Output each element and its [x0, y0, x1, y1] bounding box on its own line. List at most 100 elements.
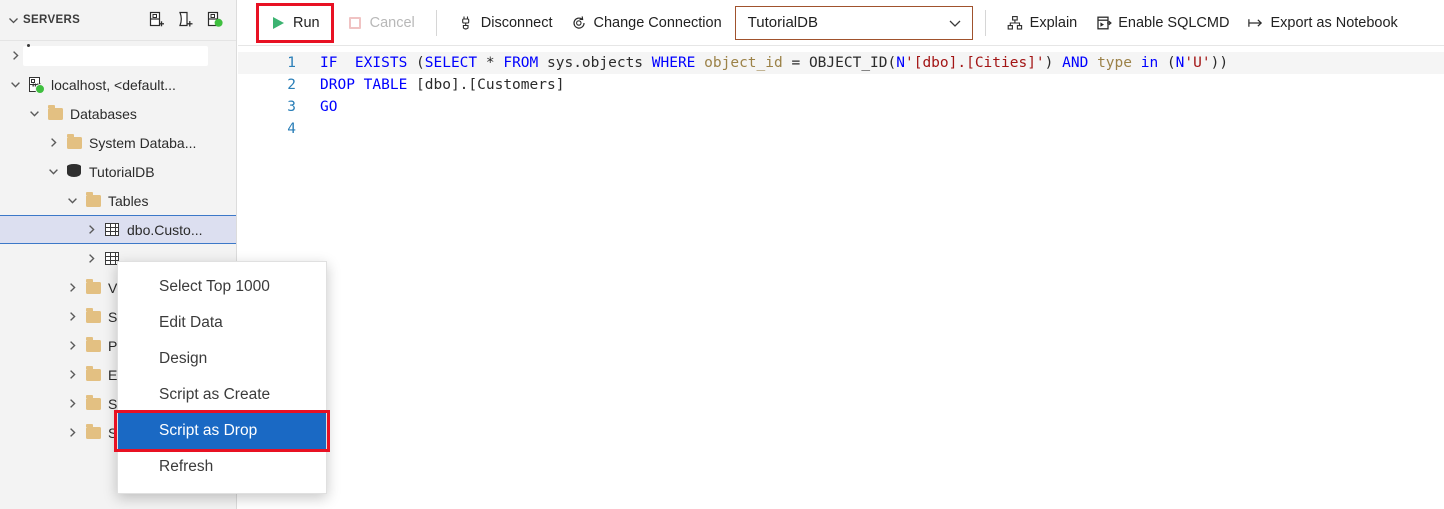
cancel-button: Cancel: [338, 8, 424, 38]
tree-item-label: Tables: [108, 192, 149, 209]
context-menu-item[interactable]: Edit Data: [118, 305, 326, 341]
code-token: *: [485, 55, 504, 71]
tree-item-label: S: [108, 395, 118, 412]
query-toolbar: Run Cancel Disconnect Change Connection …: [238, 0, 1444, 46]
refresh-connection-icon: [570, 14, 587, 31]
toolbar-divider-1: [435, 9, 437, 36]
run-button[interactable]: Run: [263, 8, 327, 38]
chevron-right-icon[interactable]: [80, 248, 102, 270]
chevron-down-icon[interactable]: [4, 74, 26, 96]
context-menu-item[interactable]: Design: [118, 341, 326, 377]
code-token: object_id: [704, 55, 792, 71]
database-icon: [64, 162, 84, 182]
tree-item-label: dbo.Custo...: [127, 221, 203, 238]
tree-item[interactable]: localhost, <default...: [0, 70, 236, 99]
chevron-down-icon[interactable]: [4, 11, 22, 29]
disconnect-button[interactable]: Disconnect: [449, 8, 562, 38]
chevron-right-icon[interactable]: [42, 132, 64, 154]
editor-code-content[interactable]: IF EXISTS (SELECT * FROM sys.objects WHE…: [320, 52, 1444, 140]
chevron-right-icon[interactable]: [61, 277, 83, 299]
enable-sqlcmd-button[interactable]: Enable SQLCMD: [1086, 8, 1238, 38]
chevron-right-icon[interactable]: [61, 335, 83, 357]
folder-icon: [85, 424, 101, 439]
new-connection-icon[interactable]: [147, 11, 166, 30]
chevron-right-icon[interactable]: [61, 393, 83, 415]
folder-icon: [83, 307, 103, 327]
app-root: SERVERS localhost, <default... Databases…: [0, 0, 1444, 509]
chevron-down-icon[interactable]: [42, 161, 64, 183]
change-connection-button[interactable]: Change Connection: [561, 8, 730, 38]
redacted-region: [23, 44, 208, 66]
code-token: '[dbo].[Cities]': [904, 55, 1045, 71]
line-number: 1: [287, 55, 296, 71]
code-token: AND: [1062, 55, 1098, 71]
chevron-right-icon[interactable]: [61, 422, 83, 444]
tree-item-label: S: [108, 308, 118, 325]
code-token: (: [887, 55, 897, 71]
run-button-highlight: Run: [256, 2, 334, 43]
sidebar-actions: [147, 11, 228, 30]
chevron-right-icon[interactable]: [80, 219, 102, 241]
stop-square-icon: [347, 14, 364, 31]
export-as-notebook-label: Export as Notebook: [1270, 14, 1398, 31]
folder-icon: [85, 366, 101, 381]
code-token: )): [1210, 55, 1229, 71]
context-menu-item-label: Refresh: [159, 458, 214, 475]
export-as-notebook-button[interactable]: Export as Notebook: [1238, 8, 1406, 38]
explain-label: Explain: [1029, 14, 1078, 31]
table-context-menu: Select Top 1000 Edit Data Design Script as …: [114, 261, 330, 494]
connect-server-icon[interactable]: [205, 11, 224, 30]
chevron-right-icon[interactable]: [61, 364, 83, 386]
code-token: OBJECT_ID: [808, 55, 888, 71]
editor-line-numbers: 1 2 3 4: [238, 52, 296, 140]
sql-editor[interactable]: 1234 IF EXISTS (SELECT * FROM sys.object…: [238, 46, 1444, 509]
tree-item[interactable]: Tables: [0, 186, 236, 215]
tree-item[interactable]: TutorialDB: [0, 157, 236, 186]
code-line: IF EXISTS (SELECT * FROM sys.objects WHE…: [320, 52, 1444, 74]
tree-item-label: System Databa...: [89, 134, 197, 151]
database-dropdown[interactable]: TutorialDB: [734, 5, 973, 40]
cancel-button-label: Cancel: [369, 14, 415, 31]
context-menu-item-label: Select Top 1000: [159, 278, 270, 295]
line-number: 4: [287, 121, 296, 137]
tree-item[interactable]: Databases: [0, 99, 236, 128]
context-menu-item[interactable]: Script as Drop: [118, 413, 326, 449]
context-menu-item-label: Script as Drop: [159, 422, 258, 439]
context-menu-item[interactable]: Select Top 1000: [118, 269, 326, 305]
chevron-down-icon: [947, 15, 963, 31]
folder-icon: [83, 423, 103, 443]
code-token: type: [1097, 55, 1141, 71]
code-token: (: [416, 55, 425, 71]
folder-icon: [45, 104, 65, 124]
code-token: sys.objects: [547, 55, 652, 71]
context-menu-items: Select Top 1000 Edit Data Design Script as …: [118, 269, 326, 485]
chevron-down-icon[interactable]: [61, 190, 83, 212]
new-server-group-icon[interactable]: [176, 11, 195, 30]
context-menu-item[interactable]: Refresh: [118, 449, 326, 485]
explain-button[interactable]: Explain: [998, 8, 1087, 38]
tree-item-selected[interactable]: dbo.Custo...: [0, 215, 236, 244]
code-line: GO: [320, 96, 1444, 118]
change-connection-label: Change Connection: [593, 14, 722, 31]
code-token: N: [896, 55, 905, 71]
context-menu-item[interactable]: Script as Create: [118, 377, 326, 413]
folder-icon: [85, 192, 101, 207]
code-token: IF EXISTS: [320, 55, 417, 71]
table-icon: [102, 220, 122, 240]
export-arrow-icon: [1247, 14, 1264, 31]
tree-item-label: P: [108, 337, 118, 354]
line-number: 3: [287, 99, 296, 115]
tree-item[interactable]: [0, 41, 236, 70]
disconnect-label: Disconnect: [480, 14, 553, 31]
server-icon: [26, 75, 46, 95]
context-menu-item-label: Design: [159, 350, 208, 367]
code-line: DROP TABLE [dbo].[Customers]: [320, 74, 1444, 96]
tree-item[interactable]: System Databa...: [0, 128, 236, 157]
toolbar-divider-2: [984, 9, 986, 36]
chevron-right-icon[interactable]: [61, 306, 83, 328]
chevron-down-icon[interactable]: [23, 103, 45, 125]
disconnect-plug-icon: [458, 14, 475, 31]
tree-item-label: V: [108, 279, 118, 296]
sidebar-title: SERVERS: [23, 14, 81, 26]
